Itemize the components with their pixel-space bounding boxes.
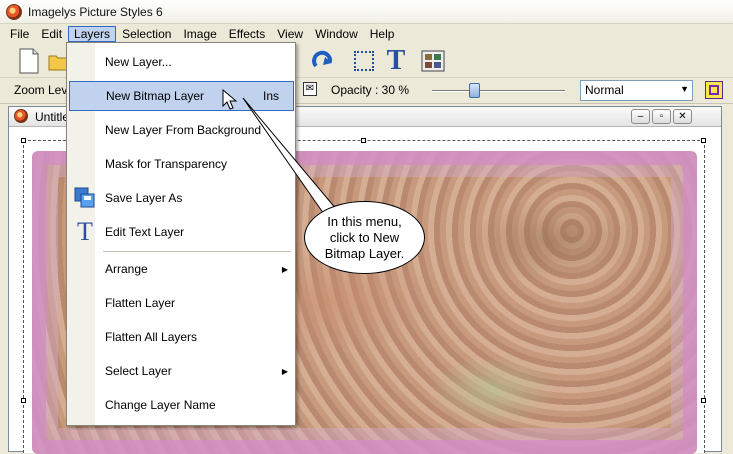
- text-layer-glyph: T: [77, 217, 93, 246]
- menu-item-label: Flatten All Layers: [105, 330, 198, 344]
- layout-grid-icon: [421, 50, 445, 72]
- resize-handle-left[interactable]: [21, 398, 26, 403]
- menu-selection[interactable]: Selection: [116, 26, 177, 42]
- menu-item-new-layer[interactable]: New Layer...: [69, 47, 294, 77]
- app-logo-icon: [6, 3, 22, 20]
- text-tool-button[interactable]: T: [381, 45, 411, 76]
- layout-grid-button[interactable]: [418, 46, 448, 76]
- menu-window[interactable]: Window: [309, 26, 364, 42]
- new-document-icon: [19, 48, 39, 74]
- menu-item-flatten-layer[interactable]: Flatten Layer: [69, 288, 294, 318]
- menu-separator: [103, 251, 291, 252]
- menu-view[interactable]: View: [271, 26, 309, 42]
- menu-item-new-bitmap-layer[interactable]: New Bitmap Layer Ins: [69, 81, 294, 111]
- submenu-arrow-icon: ▶: [281, 264, 288, 274]
- menu-help[interactable]: Help: [364, 26, 401, 42]
- menu-item-label: Edit Text Layer: [105, 225, 185, 239]
- redo-arrow-icon: [312, 50, 333, 68]
- document-icon: [14, 109, 28, 123]
- submenu-arrow-icon: ▶: [281, 366, 288, 376]
- window-title: Imagelys Picture Styles 6: [28, 4, 163, 19]
- callout-line: Bitmap Layer.: [324, 245, 405, 261]
- mouse-cursor-icon: [222, 89, 238, 110]
- opacity-slider-thumb[interactable]: [468, 83, 480, 98]
- menu-layers[interactable]: Layers: [68, 25, 117, 42]
- envelope-icon[interactable]: ✉: [303, 82, 317, 96]
- menu-item-label: Change Layer Name: [105, 398, 216, 412]
- callout-text: In this menu, click to New Bitmap Layer.: [325, 214, 405, 262]
- minimize-icon: –: [637, 111, 644, 122]
- selection-marquee-icon: [354, 51, 374, 71]
- blend-mode-value: Normal: [585, 83, 624, 97]
- title-bar: Imagelys Picture Styles 6: [0, 0, 733, 24]
- menu-image[interactable]: Image: [177, 26, 222, 42]
- save-layer-icon: [73, 186, 97, 210]
- menu-item-save-layer-as[interactable]: Save Layer As: [69, 183, 294, 213]
- document-title: Untitle: [35, 110, 70, 124]
- menu-item-label: Flatten Layer: [105, 296, 176, 310]
- menu-item-select-layer[interactable]: Select Layer ▶: [69, 356, 294, 386]
- close-button[interactable]: ✕: [673, 109, 692, 124]
- menu-bar: File Edit Layers Selection Image Effects…: [0, 24, 733, 43]
- resize-handle-top-right[interactable]: [701, 138, 706, 143]
- menu-item-arrange[interactable]: Arrange ▶: [69, 254, 294, 284]
- chevron-down-icon: ▼: [680, 84, 689, 94]
- resize-handle-right[interactable]: [701, 398, 706, 403]
- menu-item-change-layer-name[interactable]: Change Layer Name: [69, 390, 294, 420]
- zoom-level-label: Zoom Lev: [14, 83, 68, 97]
- menu-edit[interactable]: Edit: [35, 26, 68, 42]
- text-tool-icon: T: [386, 45, 406, 76]
- menu-item-label: Arrange: [105, 262, 148, 276]
- menu-item-edit-text-layer[interactable]: T Edit Text Layer: [69, 217, 294, 247]
- menu-item-label: New Layer...: [105, 55, 172, 69]
- maximize-icon: ▫: [659, 111, 664, 122]
- resize-handle-top[interactable]: [361, 138, 366, 143]
- redo-button[interactable]: [308, 46, 338, 76]
- layer-mode-icon: [709, 85, 719, 95]
- layer-mode-button[interactable]: [705, 81, 723, 99]
- menu-item-new-layer-from-background[interactable]: New Layer From Background: [69, 115, 294, 145]
- menu-effects[interactable]: Effects: [223, 26, 271, 42]
- menu-item-shortcut: Ins: [262, 89, 279, 103]
- menu-item-label: New Layer From Background: [105, 123, 262, 137]
- text-layer-icon: T: [73, 217, 97, 246]
- menu-item-label: Select Layer: [105, 364, 172, 378]
- close-icon: ✕: [678, 111, 687, 122]
- menu-item-label: Mask for Transparency: [105, 157, 228, 171]
- callout-line: click to New: [329, 229, 400, 245]
- maximize-button[interactable]: ▫: [652, 109, 671, 124]
- menu-item-label: Save Layer As: [105, 191, 183, 205]
- blend-mode-select[interactable]: Normal ▼: [580, 80, 693, 101]
- resize-handle-top-left[interactable]: [21, 138, 26, 143]
- menu-file[interactable]: File: [4, 26, 35, 42]
- rectangle-selection-button[interactable]: [349, 46, 379, 76]
- opacity-label: Opacity : 30 %: [331, 83, 410, 97]
- instruction-callout: In this menu, click to New Bitmap Layer.: [304, 201, 425, 274]
- layers-dropdown-menu: New Layer... New Bitmap Layer Ins New La…: [66, 42, 296, 426]
- opacity-slider-track[interactable]: [432, 90, 565, 92]
- callout-line: In this menu,: [327, 213, 402, 229]
- minimize-button[interactable]: –: [631, 109, 650, 124]
- new-document-button[interactable]: [14, 46, 44, 76]
- menu-item-mask-for-transparency[interactable]: Mask for Transparency: [69, 149, 294, 179]
- menu-item-flatten-all-layers[interactable]: Flatten All Layers: [69, 322, 294, 352]
- menu-item-label: New Bitmap Layer: [106, 89, 205, 103]
